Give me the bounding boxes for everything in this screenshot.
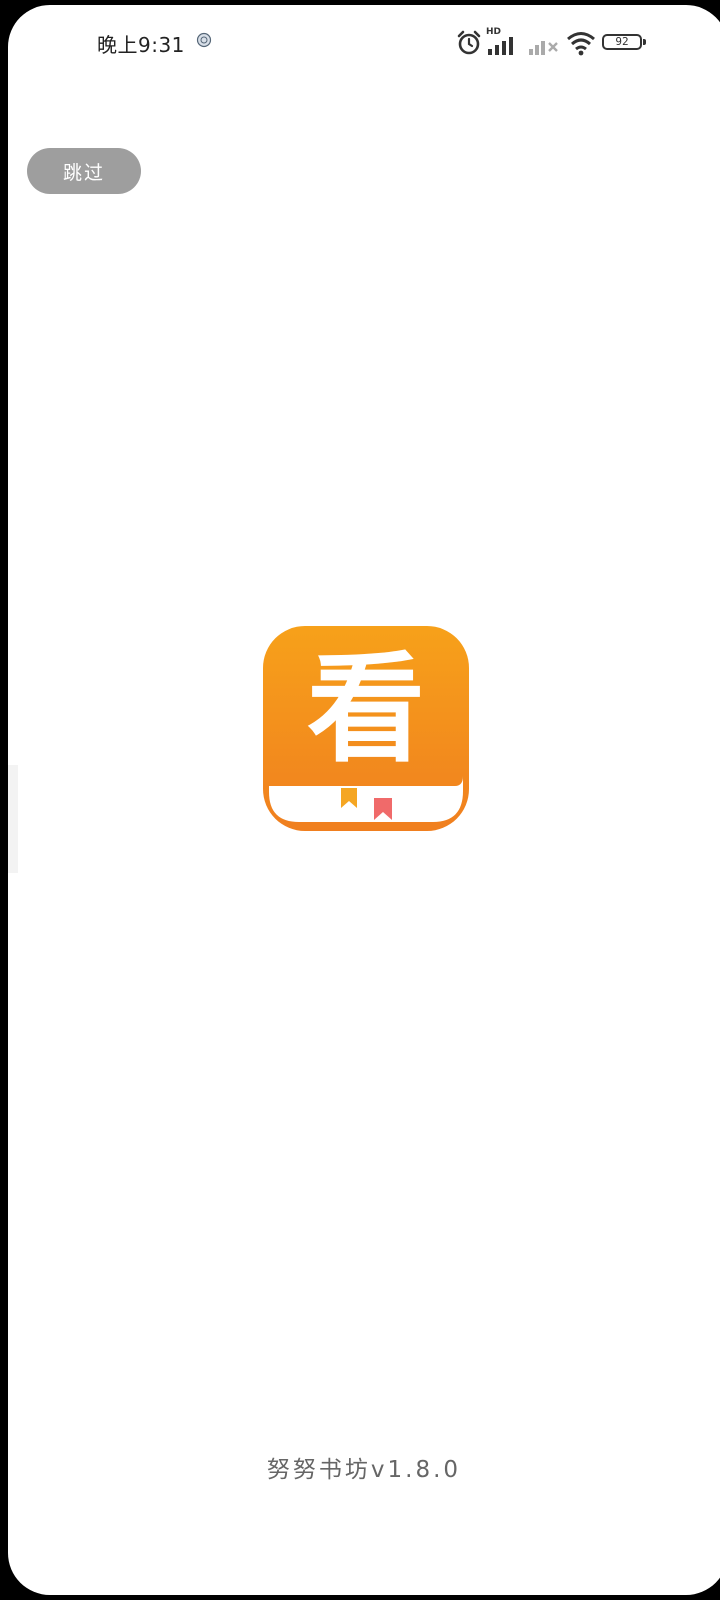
signal-no-service-icon (529, 41, 558, 55)
logo-character: 看 (306, 639, 425, 778)
alarm-icon (457, 30, 481, 55)
app-logo: 看 (263, 626, 469, 831)
status-time: 晚上9:31 (97, 33, 185, 57)
battery-icon: 92 (602, 34, 642, 50)
notification-icon (196, 32, 212, 48)
skip-button[interactable]: 跳过 (27, 148, 141, 194)
status-icons: HD 92 (456, 27, 666, 57)
battery-tip (643, 39, 646, 45)
app-version: 努努书坊v1.8.0 (266, 1457, 462, 1483)
edge-handle (8, 765, 18, 873)
status-bar: 晚上9:31 HD 92 (8, 5, 720, 69)
hd-signal-icon: HD (486, 27, 522, 55)
splash-screen: 晚上9:31 HD 92 跳过 看 努努书坊v1.8.0 (8, 5, 720, 1595)
wifi-icon (567, 32, 595, 56)
